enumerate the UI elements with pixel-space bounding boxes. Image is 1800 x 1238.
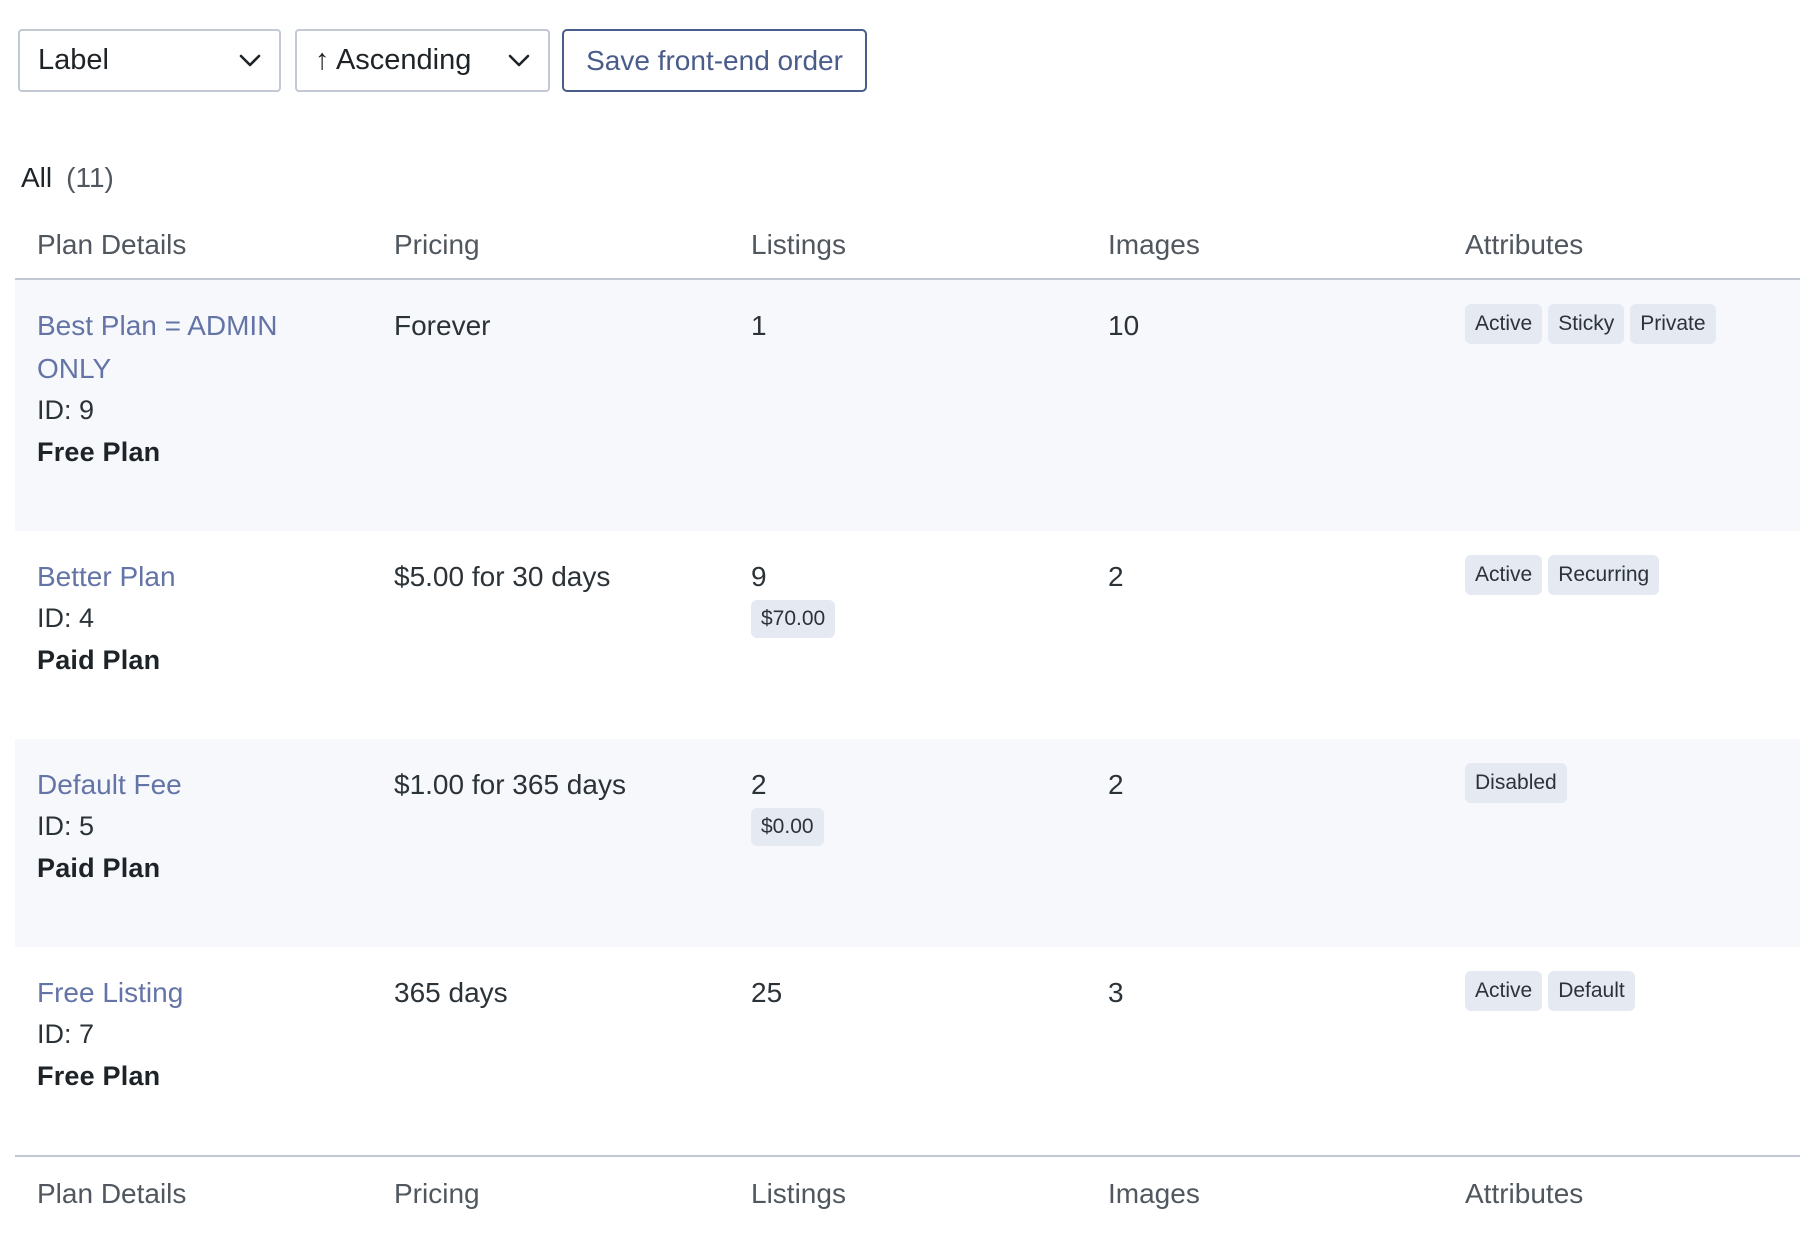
filter-all-count: (11): [66, 162, 114, 193]
listings-cell: 1: [729, 304, 1086, 347]
table-row: Free Listing ID: 7 Free Plan 365 days 25…: [15, 947, 1800, 1155]
filter-all-link[interactable]: All: [21, 162, 52, 194]
table-row: Better Plan ID: 4 Paid Plan $5.00 for 30…: [15, 531, 1800, 739]
plan-details-cell: Best Plan = ADMIN ONLY ID: 9 Free Plan: [15, 304, 372, 474]
listings-count: 2: [751, 769, 767, 800]
table-footer: Plan Details Pricing Listings Images Att…: [15, 1155, 1800, 1231]
column-header-attributes: Attributes: [1465, 229, 1584, 260]
plan-type: Free Plan: [37, 437, 161, 467]
column-header-plan-details: Plan Details: [37, 229, 187, 260]
attribute-badge: Active: [1465, 304, 1543, 344]
sort-direction-select[interactable]: ↑ Ascending: [295, 29, 550, 92]
attributes-cell: Active Sticky Private: [1443, 304, 1800, 344]
plan-id: ID: 5: [37, 811, 95, 841]
plans-table: Plan Details Pricing Listings Images Att…: [15, 212, 1800, 1231]
pricing-cell: 365 days: [394, 977, 508, 1008]
toolbar: Label ↑ Ascending Save front-end order: [18, 29, 867, 92]
attribute-badge: Default: [1548, 971, 1635, 1011]
table-row: Default Fee ID: 5 Paid Plan $1.00 for 36…: [15, 739, 1800, 947]
plan-id: ID: 7: [37, 1019, 95, 1049]
listings-cell: 2 $0.00: [729, 763, 1086, 846]
column-header-listings: Listings: [751, 229, 846, 260]
pricing-cell: $5.00 for 30 days: [394, 561, 611, 592]
attribute-badge: Recurring: [1548, 555, 1660, 595]
pricing-cell: $1.00 for 365 days: [394, 769, 626, 800]
column-header-images: Images: [1108, 229, 1200, 260]
sort-field-select[interactable]: Label: [18, 29, 281, 92]
pricing-cell: Forever: [394, 310, 491, 341]
status-filter: All (11): [21, 162, 114, 194]
plan-details-cell: Better Plan ID: 4 Paid Plan: [15, 555, 372, 682]
listings-count: 1: [751, 310, 767, 341]
sort-direction-value: ↑ Ascending: [315, 44, 472, 76]
plan-id: ID: 4: [37, 603, 95, 633]
plans-page: Label ↑ Ascending Save front-end order A…: [0, 0, 1800, 1238]
chevron-down-icon: [239, 50, 261, 72]
column-footer-images: Images: [1108, 1178, 1200, 1209]
plan-name-link[interactable]: Free Listing: [37, 971, 372, 1014]
plan-details-cell: Free Listing ID: 7 Free Plan: [15, 971, 372, 1098]
attributes-cell: Active Default: [1443, 971, 1800, 1011]
plan-type: Paid Plan: [37, 645, 161, 675]
sort-field-value: Label: [38, 44, 109, 76]
attribute-badge: Active: [1465, 555, 1543, 595]
plan-type: Free Plan: [37, 1061, 161, 1091]
listings-count: 25: [751, 977, 783, 1008]
images-cell: 2: [1108, 769, 1124, 800]
plan-id: ID: 9: [37, 395, 95, 425]
attributes-cell: Active Recurring: [1443, 555, 1800, 595]
column-footer-attributes: Attributes: [1465, 1178, 1584, 1209]
attribute-badge: Sticky: [1548, 304, 1625, 344]
column-footer-listings: Listings: [751, 1178, 846, 1209]
listings-cell: 9 $70.00: [729, 555, 1086, 638]
attributes-cell: Disabled: [1443, 763, 1800, 803]
plan-name-link[interactable]: Default Fee: [37, 763, 372, 806]
listings-count: 9: [751, 561, 767, 592]
plan-type: Paid Plan: [37, 853, 161, 883]
column-footer-pricing: Pricing: [394, 1178, 480, 1209]
chevron-down-icon: [508, 50, 530, 72]
listings-price-badge: $0.00: [751, 808, 824, 846]
table-header: Plan Details Pricing Listings Images Att…: [15, 212, 1800, 280]
column-footer-plan-details: Plan Details: [37, 1178, 187, 1209]
plan-details-cell: Default Fee ID: 5 Paid Plan: [15, 763, 372, 890]
images-cell: 10: [1108, 310, 1140, 341]
save-front-end-order-button[interactable]: Save front-end order: [562, 29, 867, 92]
listings-cell: 25: [729, 971, 1086, 1014]
images-cell: 3: [1108, 977, 1124, 1008]
plan-name-link[interactable]: Better Plan: [37, 555, 372, 598]
listings-price-badge: $70.00: [751, 600, 836, 638]
plan-name-link[interactable]: Best Plan = ADMIN ONLY: [37, 304, 297, 390]
attribute-badge: Disabled: [1465, 763, 1567, 803]
images-cell: 2: [1108, 561, 1124, 592]
table-row: Best Plan = ADMIN ONLY ID: 9 Free Plan F…: [15, 280, 1800, 531]
column-header-pricing: Pricing: [394, 229, 480, 260]
attribute-badge: Private: [1630, 304, 1716, 344]
attribute-badge: Active: [1465, 971, 1543, 1011]
